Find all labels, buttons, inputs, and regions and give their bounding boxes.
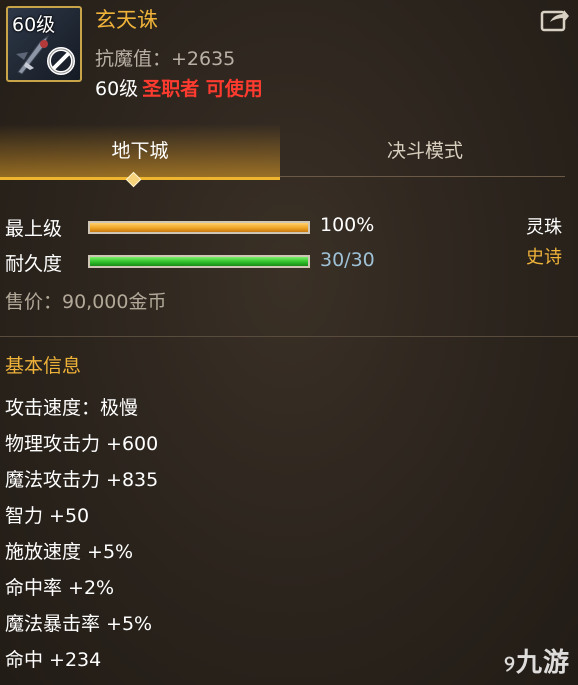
tab-dungeon[interactable]: 地下城: [0, 124, 280, 180]
attribute-line: 攻击速度：极慢: [5, 397, 139, 419]
tab-divider: [280, 176, 565, 177]
attribute-line: 物理攻击力 +600: [5, 433, 159, 455]
durability-bar: [88, 255, 310, 268]
forbidden-icon: [47, 47, 75, 75]
upgrade-value: 100%: [320, 214, 375, 236]
requirement-line: 60级 圣职者 可使用: [95, 74, 263, 101]
durability-bar-fill: [90, 257, 308, 266]
orb-label: 灵珠: [526, 217, 562, 238]
share-icon[interactable]: [540, 6, 570, 32]
attribute-line: 施放速度 +5%: [5, 541, 134, 563]
attribute-line: 智力 +50: [5, 505, 90, 527]
sell-price: 售价：90,000金币: [5, 291, 167, 313]
durability-label: 耐久度: [5, 253, 63, 275]
upgrade-label: 最上级: [5, 218, 63, 240]
watermark-mark-icon: ୨: [504, 652, 516, 677]
watermark-logo: ୨九游: [504, 648, 570, 678]
divider: [0, 336, 578, 337]
upgrade-bar: [88, 221, 310, 234]
attribute-line: 魔法暴击率 +5%: [5, 613, 153, 635]
item-icon[interactable]: 60级: [6, 6, 82, 82]
upgrade-bar-fill: [90, 223, 308, 232]
item-tooltip-panel: 60级 玄天诛 抗魔值：+2635 60级 圣职者 可使用 地下城 决斗模式 最上…: [0, 0, 578, 685]
attribute-line: 命中率 +2%: [5, 577, 115, 599]
basic-info-title: 基本信息: [5, 355, 82, 377]
mode-tabs: 地下城 决斗模式: [0, 124, 578, 180]
item-name: 玄天诛: [95, 8, 158, 32]
attribute-line: 命中 +234: [5, 649, 102, 671]
orb-rarity: 史诗: [526, 247, 562, 268]
required-class: 圣职者 可使用: [142, 78, 263, 100]
tab-duel-mode[interactable]: 决斗模式: [280, 124, 570, 178]
magic-resist-stat: 抗魔值：+2635: [95, 48, 236, 70]
durability-value: 30/30: [320, 249, 375, 271]
item-level-badge: 60级: [12, 14, 56, 36]
required-level: 60级: [95, 78, 139, 100]
attribute-line: 魔法攻击力 +835: [5, 469, 159, 491]
